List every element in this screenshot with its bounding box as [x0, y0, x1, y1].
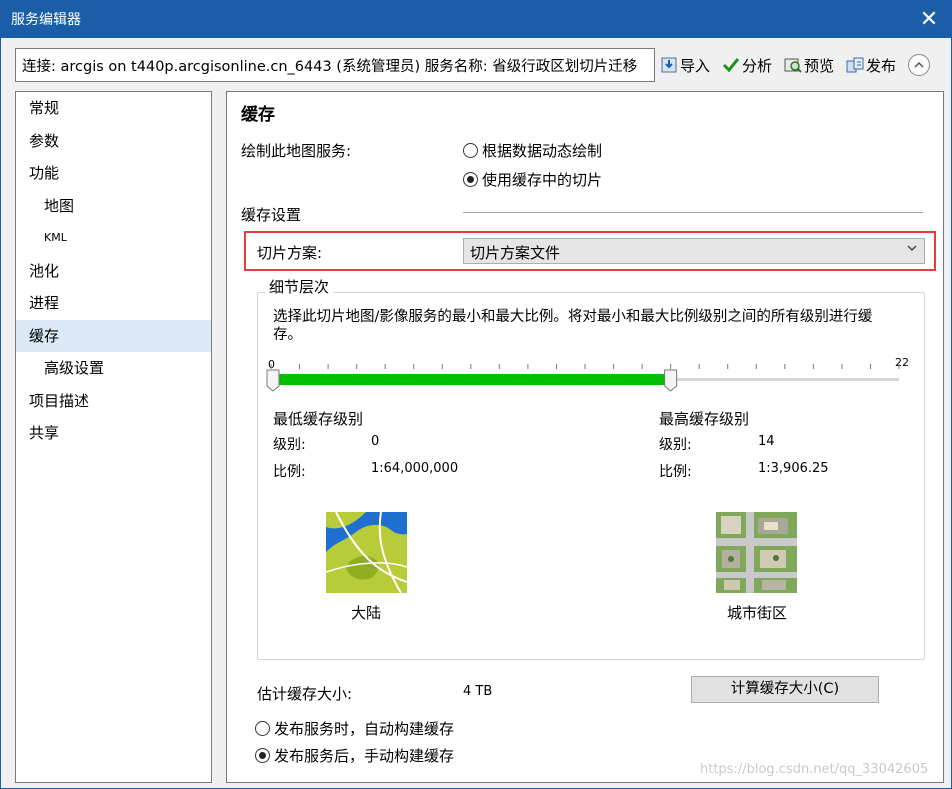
- checkmark-icon: [722, 58, 740, 73]
- tiling-scheme-label: 切片方案:: [257, 244, 323, 262]
- levels-description-line-2: 存。: [273, 327, 302, 343]
- radio-draw-cached-circle: [463, 172, 478, 187]
- sidebar-item-sharing[interactable]: 共享: [16, 417, 211, 450]
- min-cache-heading: 最低缓存级别: [273, 410, 364, 428]
- max-level-value: 14: [758, 434, 775, 449]
- page-title: 缓存: [241, 105, 275, 125]
- radio-draw-dynamic[interactable]: 根据数据动态绘制: [463, 140, 602, 161]
- title-bar: 服务编辑器 ✕: [0, 0, 952, 38]
- toolbar: 导入 分析 预览 发布: [660, 50, 931, 80]
- max-scale-label: 比例:: [659, 464, 692, 480]
- radio-draw-dynamic-label: 根据数据动态绘制: [482, 142, 603, 160]
- preview-label: 预览: [804, 56, 835, 75]
- city-block-map-image: [716, 512, 797, 593]
- calculate-cache-size-button[interactable]: 计算缓存大小(C): [691, 676, 879, 703]
- publish-label: 发布: [866, 56, 897, 75]
- connection-info-field: 连接: arcgis on t440p.arcgisonline.cn_6443…: [15, 48, 655, 82]
- preview-icon: [784, 58, 802, 73]
- min-scale-label: 比例:: [273, 464, 306, 480]
- draw-mode-label: 绘制此地图服务:: [241, 142, 352, 160]
- levels-description-line-1: 选择此切片地图/影像服务的最小和最大比例。将对最小和最大比例级别之间的所有级别进…: [273, 309, 873, 325]
- cache-settings-divider: [463, 212, 923, 213]
- analyze-button[interactable]: 分析: [722, 55, 772, 76]
- sidebar-item-item-description[interactable]: 项目描述: [16, 385, 211, 418]
- caching-panel: 缓存 绘制此地图服务: 根据数据动态绘制 使用缓存中的切片 缓存设置 切片方案:…: [226, 91, 944, 783]
- scale-range-slider[interactable]: [263, 360, 909, 396]
- radio-draw-cached[interactable]: 使用缓存中的切片: [463, 169, 602, 190]
- tiling-scheme-value: 切片方案文件: [470, 244, 561, 262]
- chevron-down-icon: [906, 242, 918, 258]
- watermark: https://blog.csdn.net/qq_33042605: [700, 762, 929, 777]
- max-cache-heading: 最高缓存级别: [659, 410, 750, 428]
- levels-description: 选择此切片地图/影像服务的最小和最大比例。将对最小和最大比例级别之间的所有级别进…: [273, 308, 923, 344]
- radio-auto-build-circle: [255, 721, 270, 736]
- import-label: 导入: [680, 56, 711, 75]
- radio-auto-build-label: 发布服务时，自动构建缓存: [274, 720, 455, 738]
- radio-draw-cached-label: 使用缓存中的切片: [482, 171, 603, 189]
- slider-selected-range: [271, 374, 671, 385]
- collapse-button[interactable]: [908, 54, 931, 76]
- sidebar-item-map[interactable]: 地图: [16, 190, 211, 223]
- min-level-value: 0: [371, 434, 380, 449]
- sidebar-item-processes[interactable]: 进程: [16, 287, 211, 320]
- sidebar-item-pooling[interactable]: 池化: [16, 255, 211, 288]
- category-sidebar: 常规 参数 功能 地图 KML 池化 进程 缓存 高级设置 项目描述 共享: [15, 91, 212, 783]
- slider-min-thumb[interactable]: [266, 369, 280, 392]
- max-scale-value: 1:3,906.25: [758, 461, 829, 476]
- slider-ticks: [270, 364, 900, 369]
- city-block-caption: 城市街区: [727, 604, 788, 622]
- radio-manual-build-circle: [255, 748, 270, 763]
- min-scale-value: 1:64,000,000: [371, 461, 459, 476]
- radio-manual-build[interactable]: 发布服务后，手动构建缓存: [255, 745, 454, 766]
- sidebar-item-capabilities[interactable]: 功能: [16, 157, 211, 190]
- radio-manual-build-label: 发布服务后，手动构建缓存: [274, 747, 455, 765]
- preview-button[interactable]: 预览: [784, 55, 834, 76]
- estimate-size-value: 4 TB: [463, 684, 493, 699]
- sidebar-item-parameters[interactable]: 参数: [16, 125, 211, 158]
- cache-settings-heading: 缓存设置: [241, 206, 302, 224]
- publish-icon: [846, 57, 864, 73]
- publish-button[interactable]: 发布: [846, 55, 896, 76]
- slider-max-thumb[interactable]: [664, 369, 678, 392]
- estimate-size-label: 估计缓存大小:: [257, 685, 353, 703]
- sidebar-item-general[interactable]: 常规: [16, 92, 211, 125]
- radio-auto-build[interactable]: 发布服务时，自动构建缓存: [255, 718, 454, 739]
- levels-of-detail-legend: 细节层次: [265, 276, 334, 297]
- continent-map-image: [326, 512, 407, 593]
- window-title: 服务编辑器: [11, 12, 81, 28]
- sidebar-item-advanced-settings[interactable]: 高级设置: [16, 352, 211, 385]
- tiling-scheme-select[interactable]: 切片方案文件: [463, 238, 925, 264]
- min-level-label: 级别:: [273, 437, 306, 453]
- sidebar-item-caching[interactable]: 缓存: [16, 319, 211, 352]
- continent-caption: 大陆: [351, 604, 382, 622]
- chevron-up-icon: [914, 61, 924, 68]
- radio-draw-dynamic-circle: [463, 143, 478, 158]
- max-level-label: 级别:: [659, 437, 692, 453]
- sidebar-item-kml[interactable]: KML: [16, 222, 211, 255]
- analyze-label: 分析: [742, 56, 773, 75]
- import-button[interactable]: 导入: [660, 55, 710, 76]
- import-icon: [661, 57, 677, 73]
- close-button[interactable]: ✕: [906, 0, 952, 38]
